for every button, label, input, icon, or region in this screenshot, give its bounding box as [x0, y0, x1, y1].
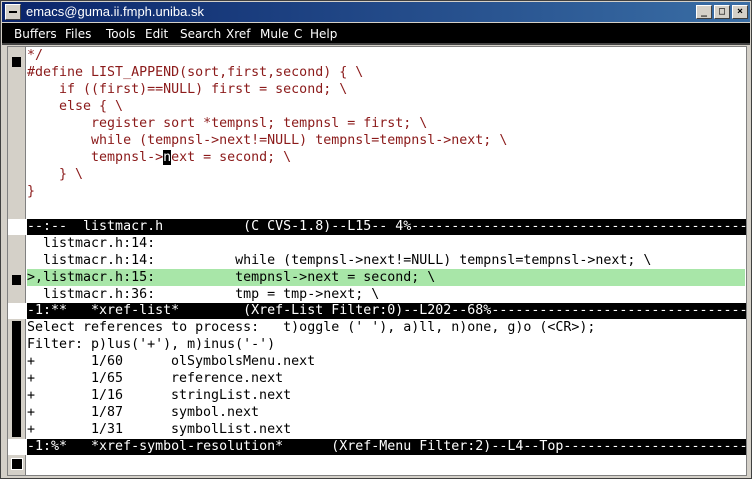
symbol-menu-item[interactable]: +1/60 olSymbolsMenu.next: [27, 353, 745, 370]
code-line[interactable]: if ((first)==NULL) first = second; \: [27, 81, 745, 98]
symbol-menu-item[interactable]: +1/65 reference.next: [27, 370, 745, 387]
symbol-menu-item[interactable]: +1/16 stringList.next: [27, 387, 745, 404]
menu-xref[interactable]: Xref: [226, 27, 251, 41]
symbol-count: 1/31: [91, 422, 124, 437]
xref-menu-mode-line[interactable]: -1:%* *xref-symbol-resolution* (Xref-Men…: [27, 439, 746, 455]
symbol-count: 1/65: [91, 371, 124, 386]
symbol-mark: +: [27, 388, 36, 403]
code-line[interactable]: else { \: [27, 98, 745, 115]
editor-mode-line[interactable]: --:-- listmacr.h (C CVS-1.8)--L15-- 4%--…: [27, 219, 746, 235]
minibuffer-scrollbar[interactable]: [8, 455, 26, 475]
symbol-count: 1/87: [91, 405, 124, 420]
code-line[interactable]: */: [27, 47, 745, 64]
emacs-frame: */ #define LIST_APPEND(sort,first,second…: [7, 46, 747, 476]
xref-menu-filter-help: Filter: p)lus('+'), m)inus('-'): [27, 337, 276, 352]
symbol-mark: +: [27, 371, 36, 386]
xref-menu-scrollbar[interactable]: [8, 319, 26, 439]
symbol-mark: +: [27, 354, 36, 369]
xref-menu-header: Select references to process: t)oggle ('…: [27, 320, 596, 335]
symbol-name: olSymbolsMenu.next: [171, 354, 316, 369]
menu-edit[interactable]: Edit: [145, 27, 168, 41]
code-line[interactable]: }: [27, 183, 745, 200]
xref-menu-scrollbar-thumb[interactable]: [12, 321, 21, 437]
emacs-window: emacs@guma.ii.fmph.uniba.sk _ □ × Buffer…: [0, 0, 752, 479]
symbol-count: 1/60: [91, 354, 124, 369]
symbol-name: symbol.next: [171, 405, 260, 420]
symbol-name: reference.next: [171, 371, 284, 386]
menu-files[interactable]: Files: [65, 27, 91, 41]
code-text: ext = second; \: [171, 150, 292, 165]
symbol-name: symbolList.next: [171, 422, 292, 437]
text-cursor: n: [163, 150, 172, 165]
maximize-button[interactable]: □: [714, 5, 730, 19]
editor-scrollbar-thumb[interactable]: [12, 57, 21, 67]
xref-row[interactable]: listmacr.h:14: while (tempnsl->next!=NUL…: [27, 252, 745, 269]
minibuffer-scrollbar-thumb[interactable]: [11, 458, 23, 470]
close-button[interactable]: ×: [732, 5, 748, 19]
title-bar[interactable]: emacs@guma.ii.fmph.uniba.sk _ □ ×: [2, 2, 750, 22]
code-text: tempnsl->: [27, 150, 164, 165]
code-line[interactable]: while (tempnsl->next!=NULL) tempnsl=temp…: [27, 132, 745, 149]
menu-buffers[interactable]: Buffers: [14, 27, 57, 41]
symbol-mark: +: [27, 405, 36, 420]
window-menu-icon[interactable]: [5, 4, 21, 20]
code-line[interactable]: register sort *tempnsl; tempnsl = first;…: [27, 115, 745, 132]
code-line-current[interactable]: tempnsl->next = second; \: [27, 149, 745, 166]
menu-mule[interactable]: Mule: [260, 27, 289, 41]
minimize-button[interactable]: _: [696, 5, 712, 19]
symbol-name: stringList.next: [171, 388, 292, 403]
symbol-menu-item[interactable]: +1/31 symbolList.next: [27, 421, 745, 438]
window-title: emacs@guma.ii.fmph.uniba.sk: [26, 4, 204, 19]
editor-scrollbar[interactable]: [8, 47, 26, 219]
code-line[interactable]: } \: [27, 166, 745, 183]
menu-search[interactable]: Search: [180, 27, 221, 41]
xref-row-selected[interactable]: >,listmacr.h:15: tempnsl->next = second;…: [27, 269, 745, 286]
xref-row[interactable]: listmacr.h:36: tmp = tmp->next; \: [27, 286, 745, 303]
menu-c[interactable]: C: [294, 27, 302, 41]
symbol-mark: +: [27, 422, 36, 437]
xref-list-mode-line[interactable]: -1:** *xref-list* (Xref-List Filter:0)--…: [27, 303, 746, 319]
menu-help[interactable]: Help: [310, 27, 337, 41]
xref-list-scrollbar-thumb[interactable]: [12, 275, 21, 285]
code-line[interactable]: #define LIST_APPEND(sort,first,second) {…: [27, 64, 745, 81]
symbol-menu-item[interactable]: +1/87 symbol.next: [27, 404, 745, 421]
minibuffer[interactable]: [8, 455, 746, 475]
xref-list-scrollbar[interactable]: [8, 235, 26, 303]
menu-bar: Buffers Files Tools Edit Search Xref Mul…: [2, 23, 750, 45]
menu-tools[interactable]: Tools: [106, 27, 136, 41]
xref-row[interactable]: listmacr.h:14:: [27, 235, 745, 252]
symbol-count: 1/16: [91, 388, 124, 403]
